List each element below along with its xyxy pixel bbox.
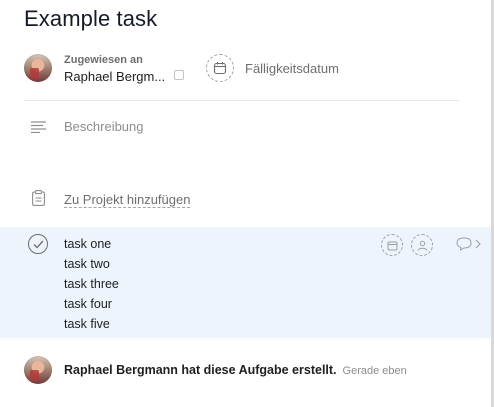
clipboard-icon — [32, 190, 45, 206]
creator-avatar — [24, 356, 52, 384]
subtask-line: task two — [64, 257, 110, 271]
assignee-label: Zugewiesen an — [64, 54, 143, 66]
divider — [24, 100, 459, 101]
complete-subtask-button[interactable] — [28, 234, 48, 254]
assignee-avatar[interactable] — [24, 54, 52, 82]
activity-time: Gerade eben — [342, 365, 407, 377]
calendar-icon — [213, 62, 227, 75]
subtask-due-date-button[interactable] — [381, 234, 403, 256]
subtask-line: task four — [64, 297, 112, 311]
subtask-line: task five — [64, 317, 110, 331]
due-date-label[interactable]: Fälligkeitsdatum — [245, 61, 339, 76]
check-icon — [33, 240, 43, 248]
activity-text: Raphael Bergmann hat diese Aufgabe erste… — [64, 363, 337, 377]
description-field[interactable]: Beschreibung — [64, 119, 144, 134]
activity-entry: Raphael Bergmann hat diese Aufgabe erste… — [64, 363, 407, 377]
chevron-right-icon — [475, 239, 481, 249]
comment-icon[interactable] — [456, 237, 482, 251]
assignee-name[interactable]: Raphael Bergm... — [64, 69, 165, 84]
subtask-line: task three — [64, 277, 119, 291]
due-date-button[interactable] — [206, 54, 234, 82]
subtask-line: task one — [64, 237, 112, 251]
person-icon — [417, 240, 427, 251]
description-icon — [31, 121, 46, 133]
calendar-icon — [387, 241, 397, 250]
task-title[interactable]: Example task — [24, 6, 157, 32]
add-to-project-link[interactable]: Zu Projekt hinzufügen — [64, 192, 191, 208]
remove-assignee-icon[interactable] — [174, 70, 184, 80]
subtask-text[interactable]: task one task two task three task four t… — [64, 236, 119, 336]
subtask-assign-button[interactable] — [411, 234, 433, 256]
